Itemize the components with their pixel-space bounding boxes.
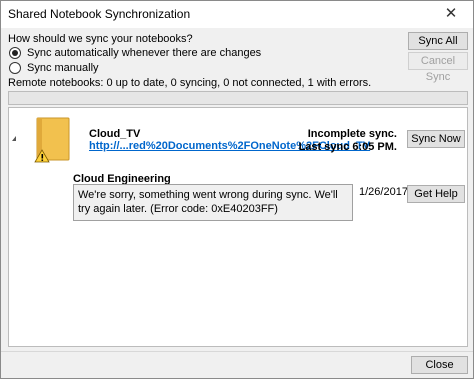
sync-question: How should we sync your notebooks? xyxy=(8,33,193,45)
footer-divider xyxy=(1,351,473,352)
radio-label: Sync automatically whenever there are ch… xyxy=(27,47,262,59)
radio-button-checked[interactable] xyxy=(9,47,21,59)
close-button[interactable]: Close xyxy=(411,356,468,374)
error-message: We're sorry, something went wrong during… xyxy=(73,184,353,221)
radio-sync-manually[interactable]: Sync manually xyxy=(9,62,99,74)
sync-progress-bar xyxy=(8,91,468,105)
close-icon[interactable]: ✕ xyxy=(437,3,465,25)
collapse-arrow-icon[interactable] xyxy=(12,136,16,141)
sync-all-button[interactable]: Sync All xyxy=(408,32,468,50)
cancel-sync-button[interactable]: Cancel Sync xyxy=(408,52,468,83)
radio-sync-automatically[interactable]: Sync automatically whenever there are ch… xyxy=(9,47,261,59)
notebook-sync-status: Incomplete sync. Last sync 6:05 PM. xyxy=(299,128,397,154)
window-title: Shared Notebook Synchronization xyxy=(8,7,191,21)
last-sync-label: Last sync 6:05 PM. xyxy=(298,141,397,153)
sync-now-button[interactable]: Sync Now xyxy=(407,130,465,148)
sync-status-label: Incomplete sync. xyxy=(307,128,397,140)
sync-dialog: Shared Notebook Synchronization ✕ How sh… xyxy=(0,0,474,379)
notebook-list[interactable]: Cloud_TV http://...red%20Documents%2FOne… xyxy=(8,107,468,347)
error-date: 1/26/2017 xyxy=(359,186,408,198)
sync-status-text: Remote notebooks: 0 up to date, 0 syncin… xyxy=(8,77,372,89)
radio-button[interactable] xyxy=(9,62,21,74)
notebook-name: Cloud_TV xyxy=(89,128,141,140)
notebook-warning-icon xyxy=(34,117,70,163)
title-bar: Shared Notebook Synchronization ✕ xyxy=(1,1,473,28)
radio-label: Sync manually xyxy=(27,62,99,74)
get-help-button[interactable]: Get Help xyxy=(407,185,465,203)
